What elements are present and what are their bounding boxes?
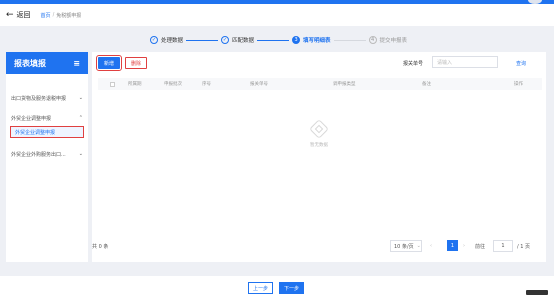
sidebar-item-label: 外贸企业调整申报	[11, 115, 52, 122]
previous-step-button[interactable]: 上一步	[248, 282, 273, 294]
step-number: 3	[292, 36, 301, 44]
breadcrumb: 首页 / 免税额申报	[41, 12, 82, 19]
step-fill-detail: 3 填写明细表	[292, 36, 331, 44]
step-match-data: ✓ 匹配数据	[221, 36, 254, 44]
step-connector	[333, 39, 366, 41]
sidebar-subitem-adjustment[interactable]: 外贸企业调整申报	[10, 126, 84, 138]
check-icon: ✓	[150, 36, 158, 44]
sidebar-item-label: 外贸企业外购服务出口...	[11, 151, 66, 158]
step-progress: ✓ 处理数据 ✓ 匹配数据 3 填写明细表 4 提交申报表	[150, 36, 407, 44]
step-label: 填写明细表	[303, 38, 331, 44]
page-header: ← 返回 首页 / 免税额申报	[0, 4, 554, 26]
sidebar-item-export-refund[interactable]: 出口货物及服务退税申报 ⌄	[6, 92, 88, 104]
total-count: 共 0 条	[92, 244, 109, 250]
sidebar-title: 报表填报	[14, 58, 46, 68]
chevron-down-icon: ⌄	[78, 95, 83, 101]
chevron-down-icon: ⌄	[78, 151, 83, 157]
prev-page-button[interactable]: ‹	[430, 243, 432, 249]
step-connector	[186, 39, 219, 41]
add-button[interactable]: 新增	[96, 55, 122, 71]
delete-button[interactable]: 删除	[125, 57, 147, 69]
filing-number-label: 报关单号	[403, 61, 424, 67]
step-connector	[257, 39, 290, 41]
page-number[interactable]: 1	[447, 240, 458, 251]
step-submit: 4 提交申报表	[368, 36, 408, 44]
step-number: 4	[368, 36, 377, 44]
step-label: 处理数据	[161, 38, 184, 44]
total-pages: / 1 页	[517, 244, 531, 250]
table-header: 所属期 申报批次 序号 报关单号 调申报类型 备注 操作	[98, 78, 542, 90]
column-header: 报关单号	[250, 82, 268, 87]
keyboard-icon[interactable]	[526, 290, 548, 295]
back-label: 返回	[16, 11, 31, 19]
next-step-button[interactable]: 下一步	[279, 282, 304, 294]
empty-text: 暂无数据	[310, 143, 328, 148]
empty-box-icon	[309, 119, 329, 139]
sidebar-item-adjustment[interactable]: 外贸企业调整申报 ⌃	[6, 112, 88, 124]
sidebar-subitem-label: 外贸企业调整申报	[15, 129, 56, 136]
select-all-checkbox[interactable]	[110, 81, 115, 87]
column-header: 操作	[514, 82, 523, 87]
column-header: 所属期	[128, 82, 142, 87]
footer-bar: 上一步 下一步	[0, 276, 554, 300]
filing-number-input[interactable]: 请输入	[432, 56, 498, 68]
breadcrumb-home[interactable]: 首页	[41, 12, 51, 19]
pagination: 共 0 条 10 条/页 ⌄ ‹ 1 › 前往 1 / 1 页	[92, 240, 546, 254]
back-arrow-icon: ←	[6, 9, 14, 20]
chevron-down-icon: ⌄	[416, 243, 421, 249]
menu-icon[interactable]: ≡	[73, 59, 80, 68]
column-header: 备注	[422, 82, 431, 87]
step-label: 匹配数据	[232, 38, 255, 44]
sidebar-item-purchased-services[interactable]: 外贸企业外购服务出口... ⌄	[6, 148, 88, 160]
sidebar: 报表填报 ≡ 出口货物及服务退税申报 ⌄ 外贸企业调整申报 ⌃ 外贸企业调整申报…	[6, 52, 88, 262]
empty-state: 暂无数据	[92, 119, 546, 148]
column-header: 调申报类型	[333, 82, 356, 87]
breadcrumb-current: 免税额申报	[56, 12, 82, 19]
goto-page-input[interactable]: 1	[493, 240, 513, 252]
goto-label: 前往	[475, 244, 486, 250]
main-panel: 新增 删除 报关单号 请输入 查询 所属期 申报批次 序号 报关单号 调申报类型…	[92, 52, 546, 262]
chevron-up-icon: ⌃	[78, 115, 83, 121]
check-icon: ✓	[221, 36, 230, 44]
step-label: 提交申报表	[379, 38, 408, 44]
page-size-select[interactable]: 10 条/页 ⌄	[390, 240, 422, 252]
step-process-data: ✓ 处理数据	[150, 36, 183, 44]
next-page-button[interactable]: ›	[463, 243, 465, 249]
sidebar-item-label: 出口货物及服务退税申报	[11, 95, 67, 102]
back-button[interactable]: ← 返回	[6, 10, 31, 20]
breadcrumb-separator: /	[52, 11, 55, 18]
sidebar-header: 报表填报 ≡	[6, 52, 88, 74]
search-button[interactable]: 查询	[516, 60, 526, 67]
column-header: 序号	[202, 82, 211, 87]
page-size-value: 10 条/页	[394, 243, 414, 250]
column-header: 申报批次	[164, 82, 182, 87]
